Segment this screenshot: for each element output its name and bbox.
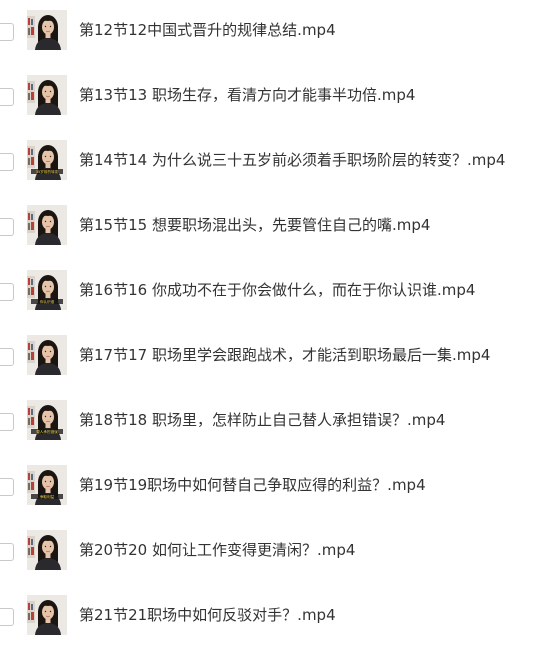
thumbnail-caption: 争取利益 (40, 494, 55, 499)
file-row[interactable]: 替人承担错误 第18节18 职场里，怎样防止自己替人承担错误？.mp4 (0, 389, 550, 454)
select-checkbox[interactable] (0, 608, 14, 626)
file-name[interactable]: 第12节12中国式晋升的规律总结.mp4 (79, 20, 336, 40)
select-checkbox[interactable] (0, 413, 14, 431)
file-row[interactable]: 第15节15 想要职场混出头，先要管住自己的嘴.mp4 (0, 194, 550, 259)
file-name[interactable]: 第18节18 职场里，怎样防止自己替人承担错误？.mp4 (79, 410, 445, 430)
video-thumbnail-image: 替人承担错误 (27, 400, 67, 440)
video-thumbnail-image: 争取利益 (27, 465, 67, 505)
video-thumbnail[interactable] (27, 530, 67, 570)
file-name[interactable]: 第13节13 职场生存，看清方向才能事半功倍.mp4 (79, 85, 415, 105)
video-thumbnail-image (27, 530, 67, 570)
file-row[interactable]: 35岁前的转变 第14节14 为什么说三十五岁前必须着手职场阶层的转变？.mp4 (0, 129, 550, 194)
file-name[interactable]: 第15节15 想要职场混出头，先要管住自己的嘴.mp4 (79, 215, 430, 235)
file-name[interactable]: 第17节17 职场里学会跟跑战术，才能活到职场最后一集.mp4 (79, 345, 490, 365)
video-thumbnail[interactable] (27, 595, 67, 635)
video-thumbnail[interactable] (27, 10, 67, 50)
video-thumbnail-image: 35岁前的转变 (27, 140, 67, 180)
video-thumbnail-image: 你认识谁 (27, 270, 67, 310)
select-checkbox[interactable] (0, 218, 14, 236)
video-thumbnail[interactable]: 你认识谁 (27, 270, 67, 310)
select-checkbox[interactable] (0, 348, 14, 366)
file-row[interactable]: 第12节12中国式晋升的规律总结.mp4 (0, 0, 550, 64)
file-row[interactable]: 第20节20 如何让工作变得更清闲？.mp4 (0, 519, 550, 584)
video-thumbnail-image (27, 10, 67, 50)
video-thumbnail[interactable]: 争取利益 (27, 465, 67, 505)
file-name[interactable]: 第21节21职场中如何反驳对手？.mp4 (79, 605, 336, 625)
file-name[interactable]: 第14节14 为什么说三十五岁前必须着手职场阶层的转变？.mp4 (79, 150, 505, 170)
video-thumbnail[interactable]: 35岁前的转变 (27, 140, 67, 180)
select-checkbox[interactable] (0, 478, 14, 496)
file-name[interactable]: 第19节19职场中如何替自己争取应得的利益？.mp4 (79, 475, 426, 495)
video-thumbnail[interactable]: 替人承担错误 (27, 400, 67, 440)
file-row[interactable]: 第21节21职场中如何反驳对手？.mp4 (0, 584, 550, 649)
video-thumbnail[interactable] (27, 205, 67, 245)
thumbnail-caption: 替人承担错误 (36, 429, 58, 434)
thumbnail-caption: 你认识谁 (40, 299, 55, 304)
select-checkbox[interactable] (0, 88, 14, 106)
video-thumbnail[interactable] (27, 75, 67, 115)
file-row[interactable]: 你认识谁 第16节16 你成功不在于你会做什么，而在于你认识谁.mp4 (0, 259, 550, 324)
video-thumbnail-image (27, 335, 67, 375)
file-name[interactable]: 第20节20 如何让工作变得更清闲？.mp4 (79, 540, 355, 560)
file-row[interactable]: 争取利益 第19节19职场中如何替自己争取应得的利益？.mp4 (0, 454, 550, 519)
file-name[interactable]: 第16节16 你成功不在于你会做什么，而在于你认识谁.mp4 (79, 280, 475, 300)
video-thumbnail-image (27, 75, 67, 115)
thumbnail-caption: 35岁前的转变 (36, 169, 59, 174)
select-checkbox[interactable] (0, 23, 14, 41)
video-thumbnail-image (27, 205, 67, 245)
select-checkbox[interactable] (0, 153, 14, 171)
file-row[interactable]: 第13节13 职场生存，看清方向才能事半功倍.mp4 (0, 64, 550, 129)
video-thumbnail-image (27, 595, 67, 635)
file-row[interactable]: 第17节17 职场里学会跟跑战术，才能活到职场最后一集.mp4 (0, 324, 550, 389)
file-list: 第12节12中国式晋升的规律总结.mp4 第13节13 职场生存，看清方向才能事半… (0, 0, 550, 635)
video-thumbnail[interactable] (27, 335, 67, 375)
select-checkbox[interactable] (0, 283, 14, 301)
select-checkbox[interactable] (0, 543, 14, 561)
